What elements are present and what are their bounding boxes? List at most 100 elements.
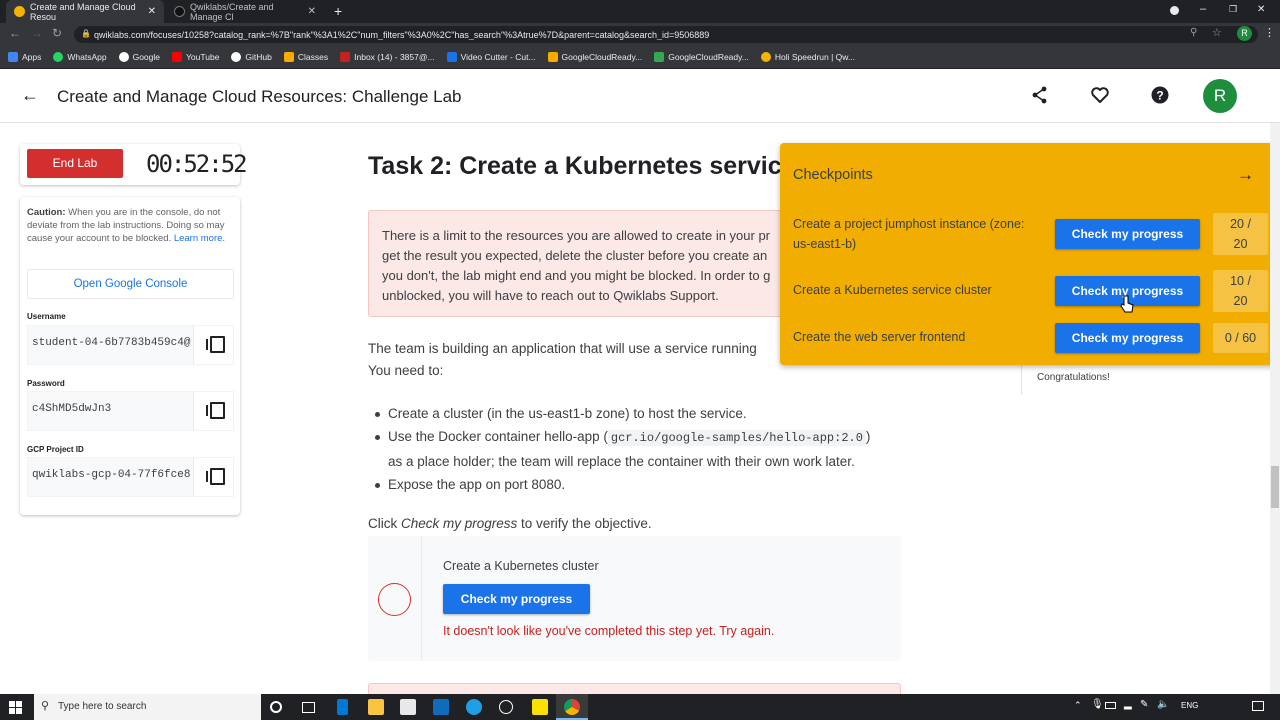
close-window-icon[interactable]: ✕	[1257, 4, 1265, 15]
instruction-text: Click	[368, 516, 401, 531]
score-line: 20 /	[1230, 217, 1251, 231]
phone-app-icon[interactable]	[337, 699, 348, 715]
check-progress-button[interactable]: Check my progress	[443, 584, 590, 614]
qwiklabs-favicon-icon	[14, 6, 25, 17]
folder-icon	[283, 52, 294, 62]
status-circle-icon	[378, 583, 411, 616]
zoom-icon[interactable]: ⚲	[1190, 27, 1197, 38]
copy-project-id-icon[interactable]	[193, 458, 233, 496]
open-console-button[interactable]: Open Google Console	[27, 269, 234, 299]
share-icon[interactable]	[1030, 85, 1050, 105]
outline-item-congratulations[interactable]: Congratulations!	[1037, 372, 1110, 383]
bookmarks-bar: Apps WhatsApp Google YouTube GitHub Clas…	[0, 46, 1280, 69]
taskbar-search-input[interactable]: ⚲ Type here to search	[34, 694, 261, 720]
clock-app-icon[interactable]	[499, 700, 513, 714]
list-item: Expose the app on port 8080.	[375, 473, 908, 496]
edge-icon[interactable]	[466, 699, 482, 715]
bookmark-holi-speedrun[interactable]: Holi Speedrun | Qw...	[760, 52, 855, 62]
checkpoint-check-button[interactable]: Check my progress	[1055, 219, 1200, 249]
collapse-arrow-icon[interactable]: →	[1237, 165, 1254, 185]
lock-icon: 🔒	[81, 29, 91, 38]
scrollbar-thumb[interactable]	[1271, 466, 1279, 508]
progress-title: Create a Kubernetes cluster	[443, 559, 599, 573]
notification-icon[interactable]	[1252, 701, 1264, 711]
volume-icon[interactable]: 🔈	[1157, 699, 1169, 710]
bookmark-googlecloudready-2[interactable]: GoogleCloudReady...	[654, 52, 749, 62]
pen-icon[interactable]: ✎	[1140, 699, 1148, 710]
learn-more-link[interactable]: Learn more.	[174, 233, 225, 244]
credentials-card: Caution: When you are in the console, do…	[20, 197, 240, 515]
profile-dot-icon[interactable]	[1170, 6, 1179, 15]
whatsapp-icon	[53, 52, 64, 62]
language-indicator[interactable]: ENG	[1181, 701, 1198, 710]
end-lab-button[interactable]: End Lab	[27, 149, 123, 178]
page-scrollbar[interactable]	[1270, 123, 1280, 694]
minimize-icon[interactable]: –	[1200, 3, 1206, 15]
copy-username-icon[interactable]	[193, 326, 233, 364]
task-list: Create a cluster (in the us-east1-b zone…	[375, 402, 908, 496]
bookmark-googlecloudready-1[interactable]: GoogleCloudReady...	[547, 52, 642, 62]
help-icon[interactable]: ?	[1150, 85, 1170, 105]
bullet-text: as a place holder; the team will replace…	[388, 454, 855, 469]
bookmark-google[interactable]: Google	[118, 52, 160, 62]
windows-taskbar: ⚲ Type here to search ⌃ 🎙 ▂ ✎ 🔈 ENG	[0, 694, 1280, 720]
bookmark-youtube[interactable]: YouTube	[172, 52, 219, 62]
bookmark-apps[interactable]: Apps	[8, 52, 41, 62]
username-field[interactable]: student-04-6b7783b459c4@	[27, 325, 234, 365]
cortana-icon[interactable]	[270, 701, 282, 713]
file-explorer-icon[interactable]	[368, 699, 384, 715]
progress-status-column	[368, 536, 422, 661]
tray-chevron-icon[interactable]: ⌃	[1074, 700, 1082, 711]
sticky-notes-icon[interactable]	[532, 699, 548, 715]
bullet-text: Use the Docker container hello-app (	[388, 429, 608, 444]
lab-timer: 00:52:52	[146, 150, 248, 178]
battery-icon[interactable]	[1105, 702, 1116, 709]
profile-avatar-icon[interactable]: R	[1237, 26, 1252, 41]
microphone-icon[interactable]: 🎙	[1091, 699, 1104, 710]
back-arrow-icon[interactable]: ←	[20, 85, 40, 105]
close-tab-icon[interactable]: ✕	[308, 6, 316, 17]
project-id-field[interactable]: qwiklabs-gcp-04-77f6fce8	[27, 457, 234, 497]
chrome-icon	[564, 699, 580, 715]
browser-tab-bar: Create and Manage Cloud Resou ✕ Qwiklabs…	[0, 0, 1280, 23]
bookmark-star-icon[interactable]: ☆	[1212, 26, 1222, 39]
bookmark-video-cutter[interactable]: Video Cutter - Cut...	[446, 52, 536, 62]
svg-text:?: ?	[1156, 89, 1163, 103]
tab-github[interactable]: Qwiklabs/Create and Manage Cl ✕	[166, 0, 324, 23]
store-icon[interactable]	[400, 699, 416, 715]
new-tab-icon[interactable]: +	[334, 3, 342, 19]
checkpoint-label: Create a Kubernetes service cluster	[793, 280, 992, 300]
network-icon[interactable]: ▂	[1124, 699, 1132, 710]
page-title: Create and Manage Cloud Resources: Chall…	[57, 87, 462, 106]
windows-start-icon[interactable]	[9, 701, 22, 714]
favorite-heart-icon[interactable]	[1090, 85, 1110, 105]
bookmark-github[interactable]: GitHub	[231, 52, 272, 62]
checkpoint-check-button[interactable]: Check my progress	[1055, 323, 1200, 353]
user-avatar[interactable]: R	[1203, 79, 1237, 113]
back-icon[interactable]: ←	[9, 26, 21, 40]
lab-timer-card: End Lab 00:52:52	[20, 144, 248, 185]
task-view-icon[interactable]	[302, 702, 315, 713]
copy-password-icon[interactable]	[193, 392, 233, 430]
tab-active[interactable]: Create and Manage Cloud Resou ✕	[6, 0, 164, 23]
forward-icon[interactable]: →	[31, 26, 43, 40]
bullet-text: )	[865, 429, 871, 444]
next-warning-box	[368, 683, 901, 694]
reload-icon[interactable]: ↻	[52, 26, 62, 40]
url-input[interactable]: 🔒 qwiklabs.com/focuses/10258?catalog_ran…	[74, 26, 1258, 43]
menu-icon[interactable]: ⋮	[1264, 26, 1275, 39]
list-item: Use the Docker container hello-app (gcr.…	[375, 425, 908, 473]
score-line: 20	[1233, 237, 1248, 251]
caution-note: Caution: When you are in the console, do…	[27, 206, 235, 245]
bookmark-inbox[interactable]: Inbox (14) - 3857@...	[340, 52, 435, 62]
project-id-value: qwiklabs-gcp-04-77f6fce8	[32, 469, 191, 481]
instruction-emphasis: Check my progress	[401, 516, 518, 531]
restore-icon[interactable]: ❐	[1229, 4, 1237, 15]
checkpoint-label-line: Create the web server frontend	[793, 330, 966, 344]
close-tab-icon[interactable]: ✕	[148, 6, 156, 17]
password-field[interactable]: c4ShMD5dwJn3	[27, 391, 234, 431]
bookmark-classes[interactable]: Classes	[283, 52, 328, 62]
chrome-taskbar-item[interactable]	[556, 694, 588, 720]
bookmark-whatsapp[interactable]: WhatsApp	[53, 52, 107, 62]
mail-app-icon[interactable]	[433, 699, 449, 715]
